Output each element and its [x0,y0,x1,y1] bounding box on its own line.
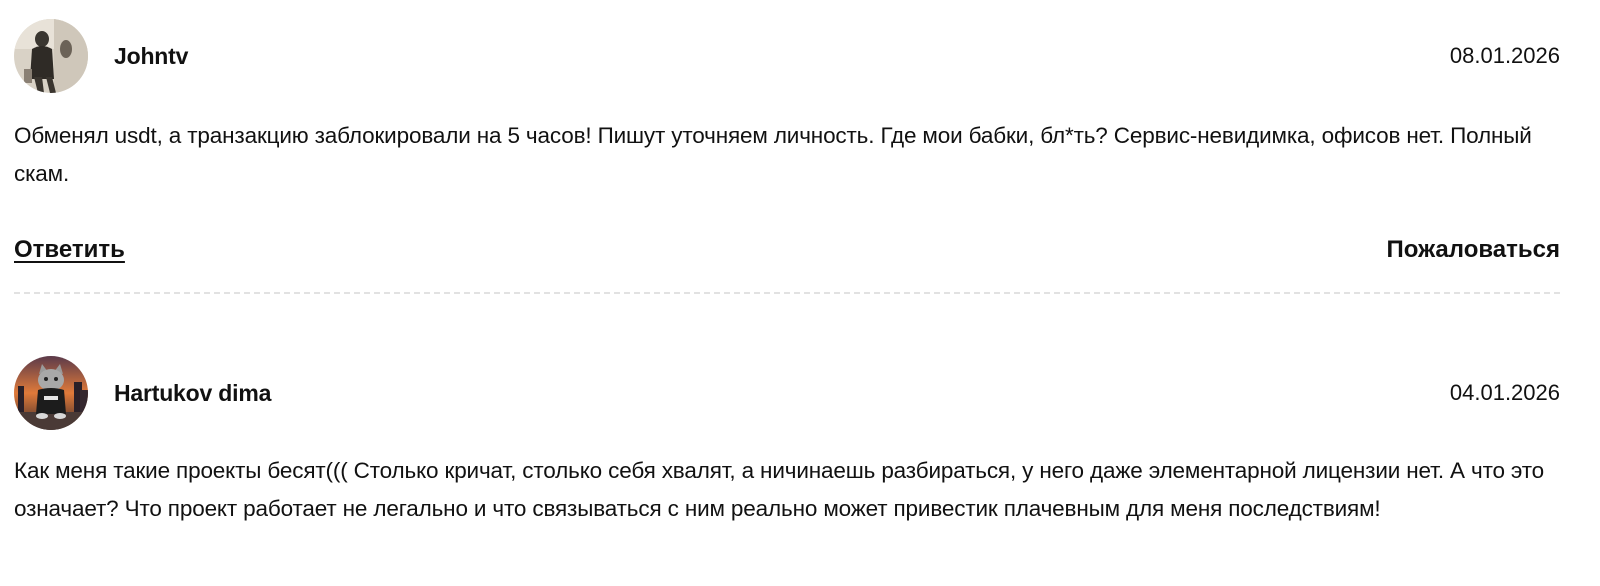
comments-list: Johntv 08.01.2026 Обменял usdt, а транза… [14,0,1560,528]
comment-date: 04.01.2026 [1449,380,1560,405]
comment-text: Обменял usdt, а транзакцию заблокировали… [14,123,1532,186]
comment-actions: Ответить Пожаловаться [14,236,1560,264]
comment-date: 08.01.2026 [1449,43,1560,68]
user-avatar[interactable] [14,356,88,430]
comment-text: Как меня такие проекты бесят((( Столько … [14,458,1545,521]
user-photo-avatar-icon [14,19,88,93]
comment-item: Johntv 08.01.2026 Обменял usdt, а транза… [14,17,1560,294]
comment-item: Hartukov dima 04.01.2026 Как меня такие … [14,354,1560,528]
user-avatar[interactable] [14,19,88,93]
comment-divider [14,292,1560,294]
report-link[interactable]: Пожаловаться [1387,236,1560,264]
comment-author: Hartukov dima [114,379,272,406]
comment-author: Johntv [114,42,189,69]
reply-link[interactable]: Ответить [14,236,125,264]
comment-header: Hartukov dima 04.01.2026 [14,354,1560,432]
cat-avatar-icon [14,356,88,430]
comment-header: Johntv 08.01.2026 [14,17,1560,95]
